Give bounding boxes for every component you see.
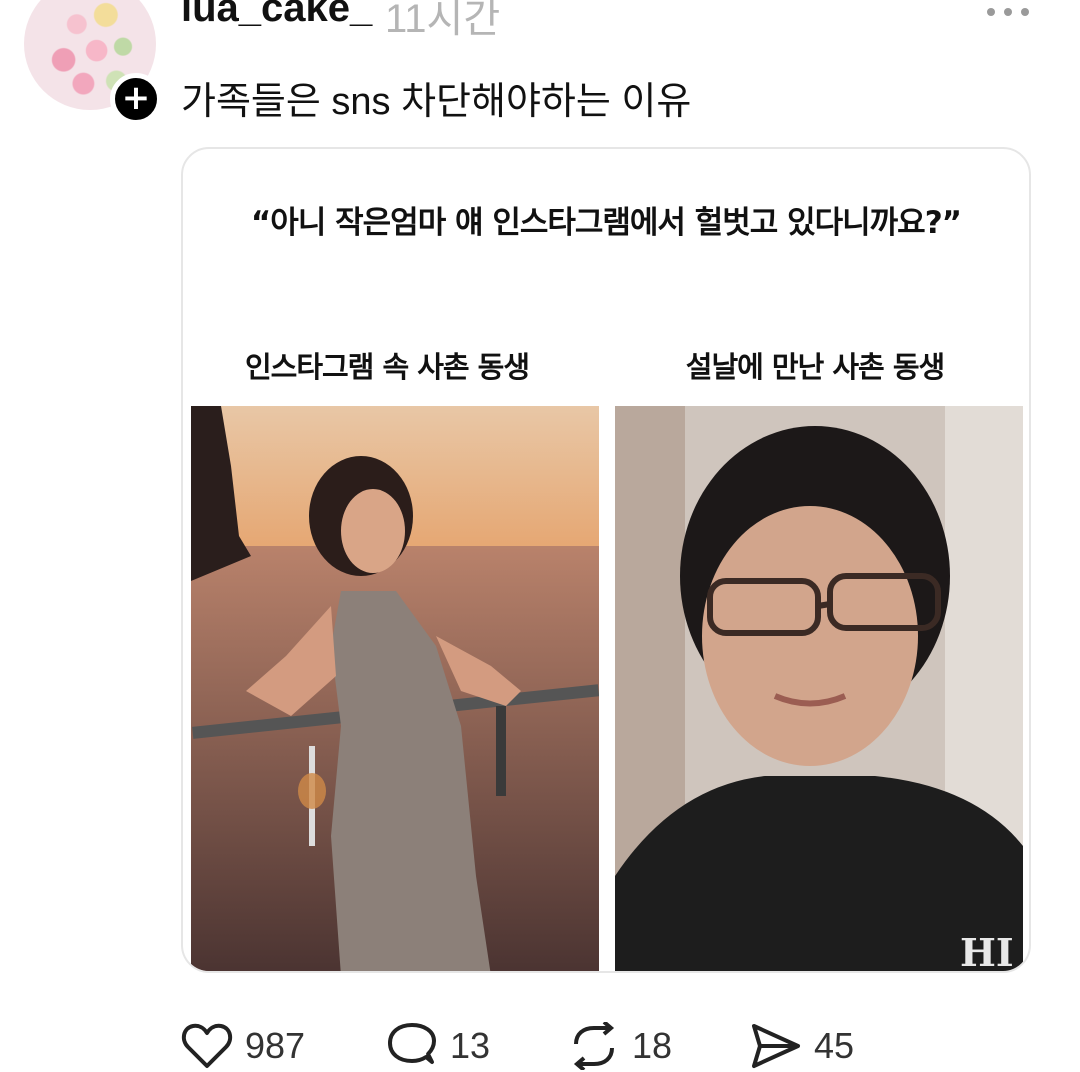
username[interactable]: lua_cake_ xyxy=(181,0,372,31)
like-count: 987 xyxy=(245,1025,306,1066)
repost-button[interactable]: 18 xyxy=(568,1022,672,1070)
repost-count: 18 xyxy=(632,1025,673,1066)
repost-icon xyxy=(573,1022,615,1070)
timestamp: 11시간 xyxy=(385,0,501,41)
share-icon xyxy=(752,1024,800,1068)
reply-button[interactable]: 13 xyxy=(386,1022,490,1070)
share-count: 45 xyxy=(814,1025,855,1066)
reply-count: 13 xyxy=(450,1025,491,1066)
plus-icon: + xyxy=(121,78,151,118)
hoodie-text: HI xyxy=(960,930,1014,973)
media-card[interactable]: “아니 작은엄마 얘 인스타그램에서 헐벗고 있다니까요?” 인스타그램 속 사… xyxy=(181,147,1031,973)
real-life-photo: HI xyxy=(615,406,1023,973)
meme-title: “아니 작은엄마 얘 인스타그램에서 헐벗고 있다니까요?” xyxy=(250,205,962,241)
more-icon[interactable] xyxy=(985,0,1031,24)
comment-icon xyxy=(388,1023,436,1064)
action-bar: 987 13 18 45 xyxy=(0,1022,1080,1072)
like-button[interactable]: 987 xyxy=(181,1022,305,1070)
left-panel-label: 인스타그램 속 사촌 동생 xyxy=(244,350,530,384)
right-panel-label: 설날에 만난 사촌 동생 xyxy=(685,350,945,384)
follow-button[interactable]: + xyxy=(110,73,162,125)
instagram-photo xyxy=(191,406,599,971)
post-caption: 가족들은 sns 차단해야하는 이유 xyxy=(181,81,692,123)
heart-icon xyxy=(181,1023,233,1068)
share-button[interactable]: 45 xyxy=(750,1022,854,1070)
